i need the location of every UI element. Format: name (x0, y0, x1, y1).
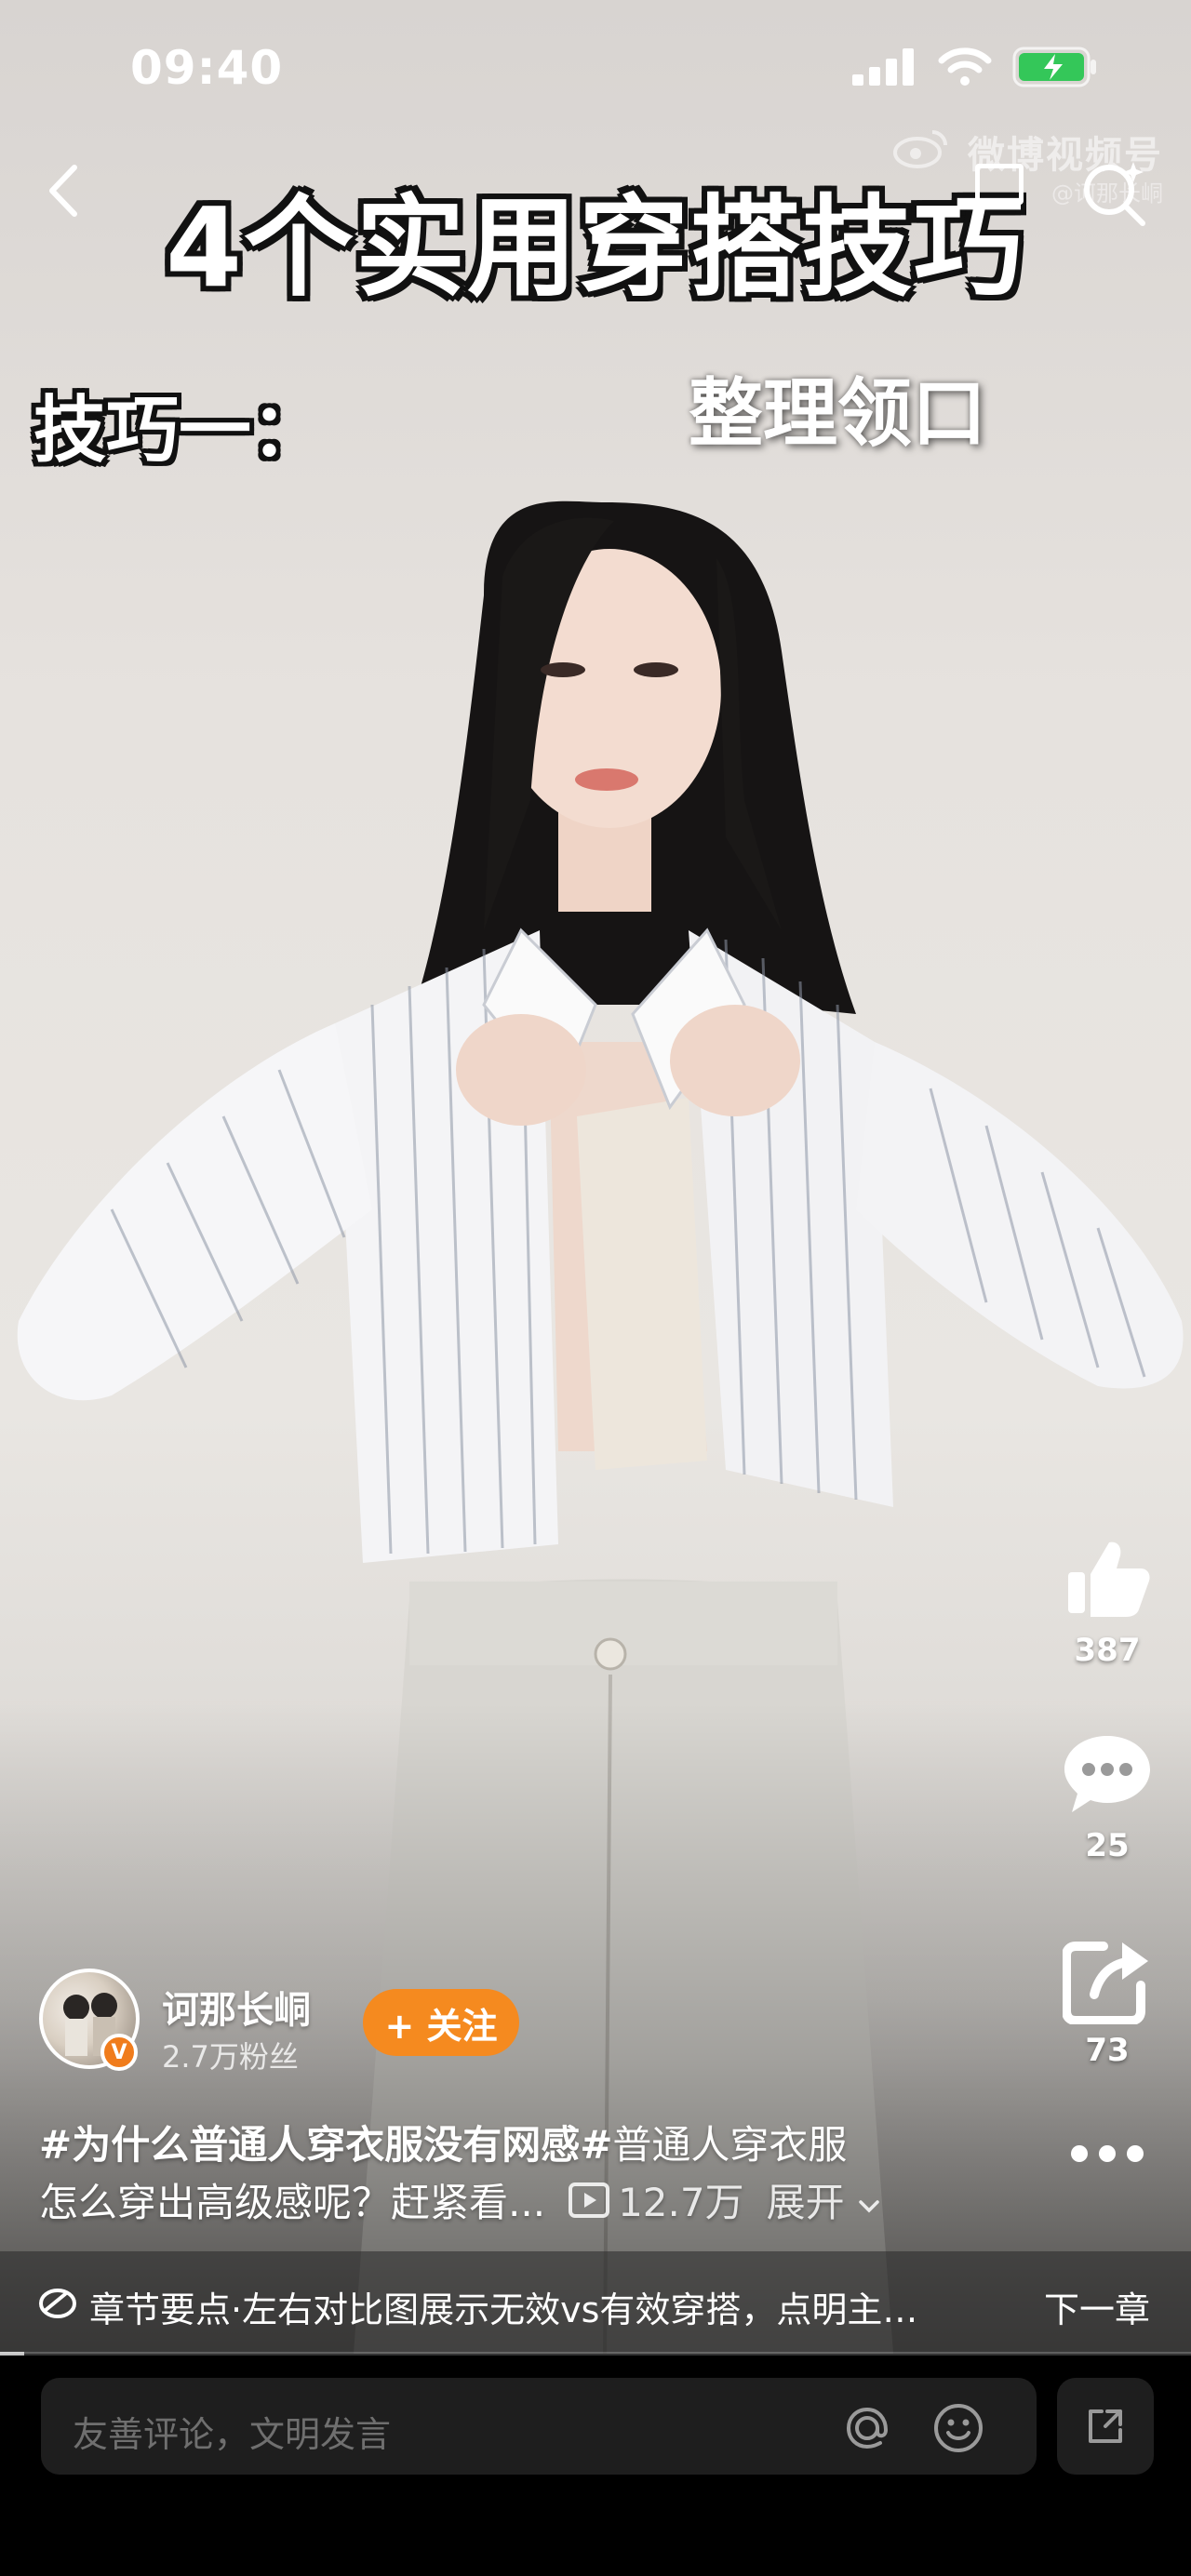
comment-count: 25 (1085, 1827, 1130, 1864)
chapter-icon (39, 2289, 76, 2318)
description-line-1-rest: 普通人穿衣服 (612, 2122, 848, 2168)
battery-icon (1012, 47, 1096, 87)
back-icon[interactable] (32, 158, 97, 223)
comment-bubble-icon (1064, 1736, 1150, 1812)
description-hashtags[interactable]: #为什么普通人穿衣服没有网感# (39, 2122, 612, 2168)
view-count-value: 12.7万 (618, 2180, 744, 2225)
video-step-caption: 整理领口 (689, 370, 986, 457)
chapter-bar[interactable]: 章节要点·左右对比图展示无效vs有效穿搭，点明主… 下一章 (0, 2251, 1191, 2354)
next-chapter-button[interactable]: 下一章 (1044, 2281, 1150, 2332)
more-icon (1071, 2145, 1144, 2162)
comment-bar: 友善评论，文明发言 (0, 2356, 1191, 2576)
fullscreen-icon[interactable] (975, 164, 1024, 205)
emoji-icon[interactable] (932, 2402, 984, 2454)
signal-icon (852, 48, 914, 86)
video-tip-caption: 技巧一： (33, 389, 325, 473)
mention-at-icon[interactable] (841, 2402, 893, 2454)
chevron-down-icon (859, 2200, 879, 2213)
weibo-logo-icon (893, 130, 947, 168)
status-icons (852, 47, 1098, 87)
expand-input-button[interactable] (1057, 2378, 1154, 2475)
author-name[interactable]: 诃那长峒 (162, 1980, 311, 2034)
description-line-2: 怎么穿出高级感呢？赶紧看... 12.7万 展开 (39, 2171, 881, 2228)
author-fans: 2.7万粉丝 (162, 2039, 299, 2075)
follow-button[interactable]: + 关注 (363, 1989, 519, 2056)
like-count: 387 (1074, 1632, 1141, 1669)
like-action[interactable]: 387 (1042, 1535, 1172, 1669)
description-text: 怎么穿出高级感呢？赶紧看... (39, 2180, 546, 2225)
comment-input[interactable]: 友善评论，文明发言 (41, 2378, 1037, 2475)
comment-placeholder: 友善评论，文明发言 (73, 2414, 392, 2455)
description-line-1: #为什么普通人穿衣服没有网感#普通人穿衣服 (39, 2114, 847, 2170)
wifi-icon (938, 47, 992, 86)
more-action[interactable] (1042, 2140, 1172, 2168)
view-count: 12.7万 (568, 2171, 744, 2228)
share-count: 73 (1085, 2032, 1130, 2069)
play-count-icon (569, 2182, 610, 2218)
expand-label: 展开 (766, 2180, 845, 2225)
verified-badge-icon: V (100, 2034, 138, 2071)
search-icon[interactable] (1076, 156, 1150, 231)
share-icon (1063, 1942, 1148, 2024)
expand-button[interactable]: 展开 (767, 2171, 881, 2228)
chapter-summary: 章节要点·左右对比图展示无效vs有效穿搭，点明主… (89, 2289, 918, 2330)
share-action[interactable]: 73 (1042, 1935, 1172, 2069)
expand-icon (1089, 2409, 1122, 2443)
comment-action[interactable]: 25 (1042, 1730, 1172, 1864)
status-time: 09:40 (130, 41, 284, 95)
thumbs-up-icon (1068, 1542, 1150, 1617)
